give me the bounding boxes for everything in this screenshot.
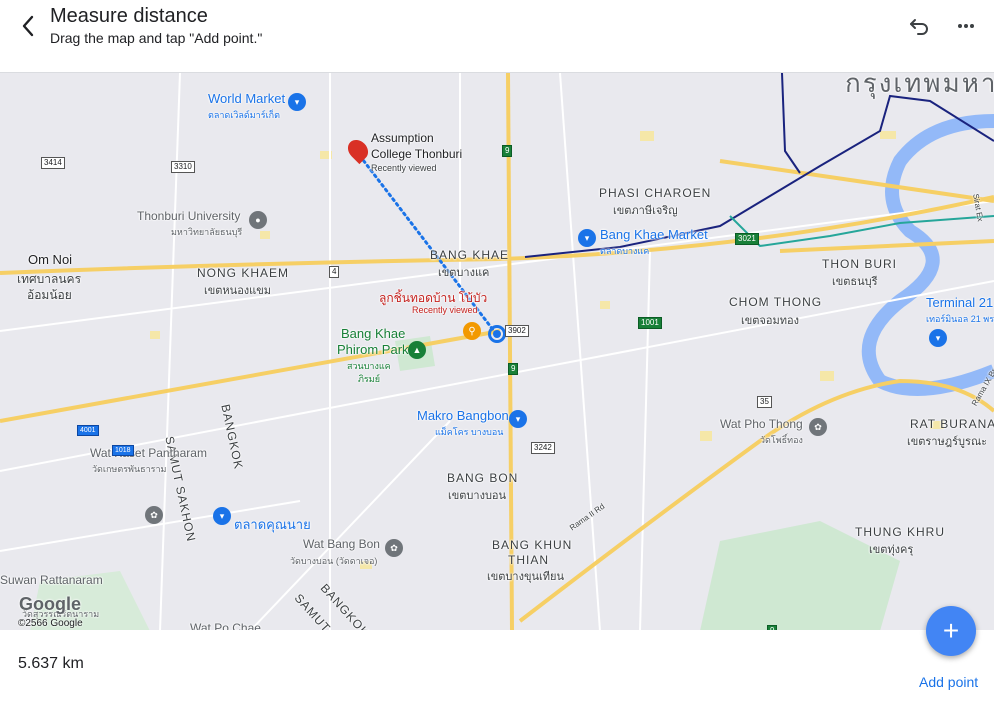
map-label-world-market-th: ตลาดเวิลด์มาร์เก็ต [208, 110, 280, 120]
map-label-suwan[interactable]: Suwan Rattanaram [0, 573, 103, 587]
wat-bang-bon-temple-icon[interactable]: ✿ [385, 539, 403, 557]
university-icon[interactable]: ● [249, 211, 267, 229]
more-options-button[interactable] [953, 14, 979, 38]
bottom-panel [0, 630, 994, 706]
map-label-bang-khae: BANG KHAE [430, 248, 510, 262]
map-label-assumption-recent: Recently viewed [371, 163, 437, 173]
map-label-assumption-1[interactable]: Assumption [371, 131, 434, 145]
map-view[interactable]: กรุงเทพมหานคร World Market ตลาดเวิลด์มาร… [0, 72, 994, 630]
road-shield-4001: 4001 [77, 425, 99, 436]
map-label-assumption-2[interactable]: College Thonburi [371, 147, 462, 161]
map-label-wat-pho-thong-th: วัดโพธิ์ทอง [760, 435, 803, 445]
park-icon[interactable]: ▲ [408, 341, 426, 359]
map-label-bang-khun-thian-th: เขตบางขุนเทียน [487, 571, 564, 583]
shopping-cart-icon[interactable]: ▾ [288, 93, 306, 111]
map-label-rat-burana-th: เขตราษฎร์บูรณะ [907, 436, 988, 448]
google-logo: Google [19, 594, 81, 614]
road-shield-3902: 3902 [505, 325, 529, 337]
map-label-wat-kaset[interactable]: Wat Kaset Pantharam [90, 446, 207, 460]
map-label-bang-khae-market[interactable]: Bang Khae Market [600, 227, 708, 242]
terminal21-shop-icon[interactable]: ▾ [929, 329, 947, 347]
wat-kaset-temple-icon[interactable]: ✿ [145, 506, 163, 524]
map-label-rat-burana: RAT BURANA [910, 417, 994, 431]
back-arrow-icon [22, 15, 34, 37]
map-label-wat-pho-thong[interactable]: Wat Pho Thong [720, 417, 803, 431]
map-label-wat-kaset-th: วัดเกษตรพันธาราม [92, 464, 167, 474]
map-label-terminal21[interactable]: Terminal 21 R [926, 295, 994, 310]
map-label-terminal21-th: เทอร์มินอล 21 พร [926, 314, 994, 324]
map-label-om-noi: Om Noi [28, 252, 73, 267]
road-shield-3310: 3310 [171, 161, 195, 173]
makro-shop-icon[interactable]: ▾ [509, 410, 527, 428]
header-bar: Measure distance Drag the map and tap "A… [0, 0, 994, 72]
map-label-bang-bon: BANG BON [447, 471, 519, 485]
map-label-thonburi-university[interactable]: Thonburi University [137, 209, 240, 223]
page-title: Measure distance [50, 5, 208, 27]
temple-icon[interactable]: ✿ [809, 418, 827, 436]
map-label-bang-khae-th: เขตบางแค [438, 267, 490, 279]
map-copyright: ©2566 Google [18, 618, 83, 629]
map-label-chom-thong: CHOM THONG [729, 295, 823, 309]
back-button[interactable] [14, 12, 42, 40]
map-label-thung-khru: THUNG KHRU [855, 525, 945, 539]
map-label-phasi-charoen: PHASI CHAROEN [599, 186, 712, 200]
plus-icon: + [942, 615, 960, 646]
map-label-chom-thong-th: เขตจอมทอง [741, 315, 799, 327]
restaurant-icon[interactable]: ⚲ [463, 322, 481, 340]
page-subtitle: Drag the map and tap "Add point." [50, 30, 263, 46]
add-point-button[interactable]: Add point [919, 674, 978, 690]
map-label-bang-khae-park-th2: ภิรมย์ [358, 374, 380, 384]
road-shield-4: 4 [329, 266, 340, 278]
road-shield-3242: 3242 [531, 442, 555, 454]
map-label-bang-khae-market-th: ตลาดบางแค [600, 246, 650, 256]
map-label-om-noi-th2: อ้อมน้อย [27, 288, 72, 302]
undo-icon [910, 19, 928, 35]
map-label-thon-buri-th: เขตธนบุรี [832, 276, 878, 288]
map-label-wat-bang-bon-th: วัดบางบอน (วัดดาเจอ) [290, 556, 378, 566]
map-label-bang-khun-thian-2: THIAN [508, 553, 549, 567]
road-shield-1018: 1018 [112, 445, 134, 456]
map-label-market-th[interactable]: ตลาดคุณนาย [234, 514, 311, 535]
map-label-makro-th: แม็คโคร บางบอน [435, 427, 504, 437]
map-label-world-market[interactable]: World Market [208, 91, 285, 106]
measured-distance: 5.637 km [18, 655, 84, 672]
map-label-wat-bang-bon[interactable]: Wat Bang Bon [303, 537, 380, 551]
map-label-restaurant-recent: Recently viewed [412, 305, 478, 315]
map-label-thung-khru-th: เขตทุ่งครุ [869, 544, 914, 556]
map-label-bang-khae-park-2[interactable]: Phirom Park [337, 342, 409, 357]
bang-khae-market-icon[interactable]: ▾ [578, 229, 596, 247]
road-shield-9-north: 9 [502, 145, 513, 157]
map-label-phasi-charoen-th: เขตภาษีเจริญ [613, 205, 678, 217]
road-shield-1001: 1001 [638, 317, 662, 329]
map-label-thon-buri: THON BURI [822, 257, 897, 271]
undo-button[interactable] [906, 14, 932, 38]
road-shield-3414: 3414 [41, 157, 65, 169]
road-shield-9-mid: 9 [508, 363, 519, 375]
map-label-wat-po-chae[interactable]: Wat Po Chae [190, 621, 261, 630]
add-point-fab[interactable]: + [926, 606, 976, 656]
map-label-bangkok-th: กรุงเทพมหานคร [845, 72, 994, 98]
map-label-nong-khaem-th: เขตหนองแขม [204, 285, 272, 297]
map-label-nong-khaem: NONG KHAEM [197, 266, 290, 280]
measure-point-marker[interactable] [488, 325, 506, 343]
map-label-bang-bon-th: เขตบางบอน [448, 490, 507, 502]
map-label-bang-khun-thian-1: BANG KHUN [492, 538, 573, 552]
market-shop-icon[interactable]: ▾ [213, 507, 231, 525]
map-label-bang-khae-park-th1: สวนบางแค [347, 361, 391, 371]
road-shield-3021: 3021 [735, 233, 759, 245]
map-label-bang-khae-park-1[interactable]: Bang Khae [341, 326, 405, 341]
road-shield-35: 35 [757, 396, 772, 408]
more-horizontal-icon [958, 24, 974, 28]
map-label-makro[interactable]: Makro Bangbon [417, 408, 509, 423]
map-label-thonburi-university-th: มหาวิทยาลัยธนบุรี [171, 227, 243, 237]
